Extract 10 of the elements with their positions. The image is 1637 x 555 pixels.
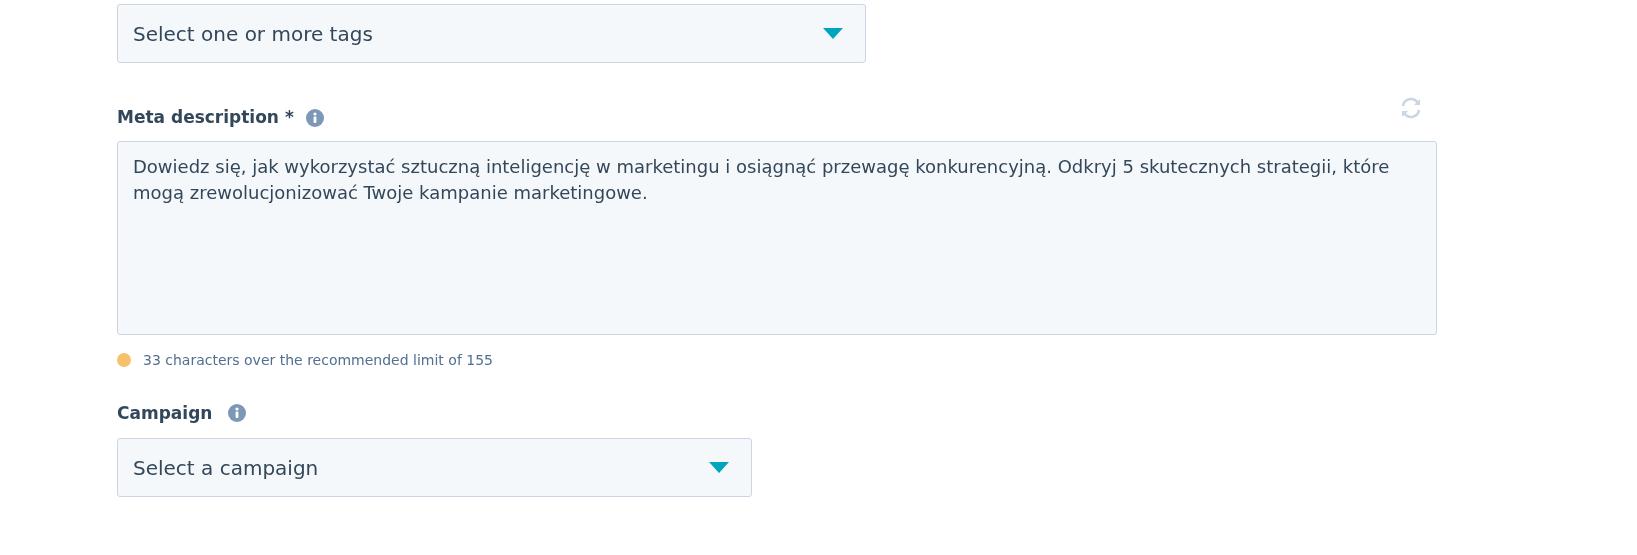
field-label: Meta description * — [117, 106, 294, 129]
campaign-dropdown[interactable]: Select a campaign — [117, 438, 752, 497]
info-icon[interactable] — [228, 404, 247, 423]
info-icon[interactable] — [305, 108, 324, 127]
tags-dropdown[interactable]: Select one or more tags — [117, 4, 866, 63]
caret-icon — [709, 462, 729, 473]
field-label: Campaign — [117, 401, 213, 425]
meta-description-field[interactable]: Dowiedz się, jak wykorzystać sztuczną inteligencję w marketingu i osiągnąć przewagę konkurencyjną. Odkryj 5 skutecznych strategii, które mogą zrewolucjonizować Twoje kampanie marketingowe. — [117, 140, 1437, 335]
warning-text: 33 characters over the recommended limit of 155 — [143, 350, 493, 370]
caret-icon — [823, 28, 843, 39]
